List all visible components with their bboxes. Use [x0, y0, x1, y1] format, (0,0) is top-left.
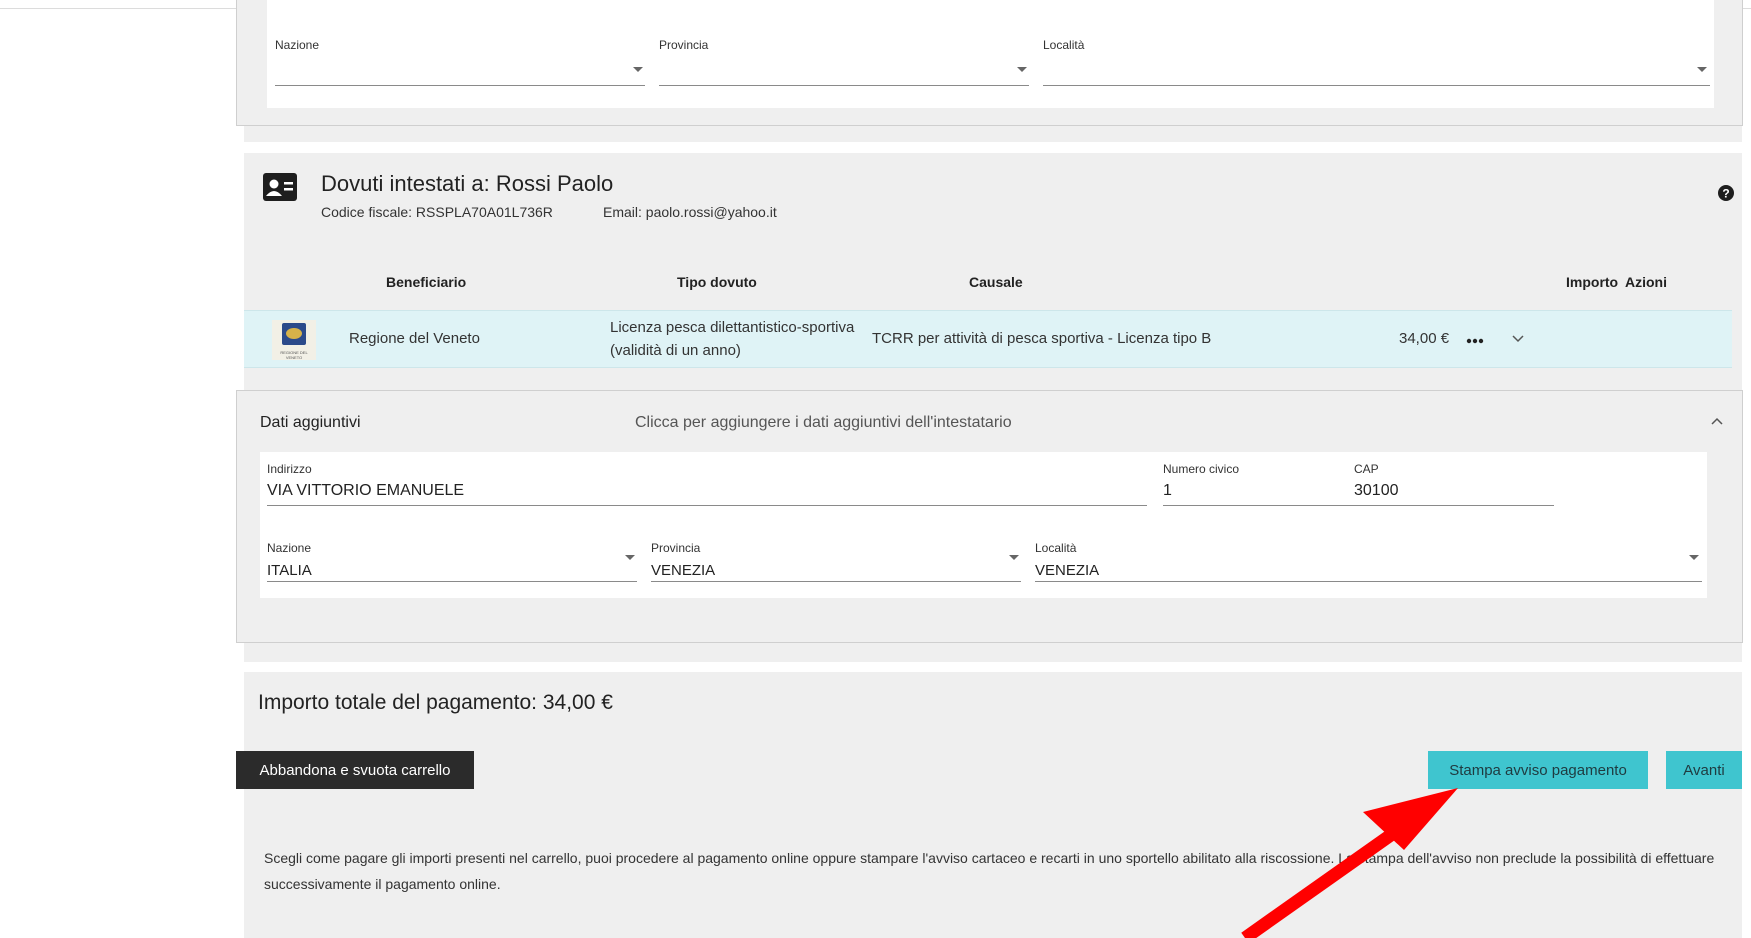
- top-address-form: Nazione Provincia Località: [267, 0, 1714, 108]
- localita-underline-2: [1035, 581, 1702, 582]
- civico-underline: [1163, 505, 1360, 506]
- row-tipo-line1: Licenza pesca dilettantistico-sportiva: [610, 319, 855, 336]
- intestatario-title: Dovuti intestati a: Rossi Paolo: [321, 171, 614, 196]
- provincia-select[interactable]: [659, 85, 1029, 86]
- cap-input[interactable]: 30100: [1354, 482, 1399, 500]
- nazione-select[interactable]: [275, 85, 645, 86]
- civico-input[interactable]: 1: [1163, 482, 1172, 500]
- nazione-select-2[interactable]: ITALIA: [267, 562, 312, 579]
- provincia-dropdown-caret[interactable]: [1017, 67, 1027, 72]
- cap-label: CAP: [1354, 462, 1379, 476]
- chevron-up-icon[interactable]: [1711, 417, 1723, 425]
- dati-aggiuntivi-box: Dati aggiuntivi Clicca per aggiungere i …: [236, 390, 1743, 643]
- indirizzo-label: Indirizzo: [267, 462, 312, 476]
- indirizzo-underline: [267, 505, 1147, 506]
- question-circle-icon[interactable]: ?: [1718, 185, 1734, 201]
- avanti-button[interactable]: Avanti: [1666, 751, 1742, 789]
- dati-aggiuntivi-title[interactable]: Dati aggiuntivi: [260, 414, 361, 432]
- provincia-caret-2[interactable]: [1009, 555, 1019, 560]
- localita-dropdown-caret[interactable]: [1697, 67, 1707, 72]
- intestatario-panel: Dovuti intestati a: Rossi Paolo Codice f…: [236, 153, 1743, 662]
- top-address-box: Nazione Provincia Località: [236, 0, 1743, 126]
- contact-card-icon: [263, 173, 297, 201]
- col-azioni: Azioni: [1625, 274, 1667, 290]
- row-tipo-line2: (validità di un anno): [610, 342, 741, 359]
- logo-text: REGIONE DEL VENETO: [280, 350, 308, 360]
- email: Email: paolo.rossi@yahoo.it: [603, 204, 777, 220]
- localita-label: Località: [1043, 38, 1085, 52]
- regione-veneto-logo: REGIONE DEL VENETO: [272, 320, 316, 360]
- col-importo: Importo: [1566, 274, 1619, 290]
- col-beneficiario: Beneficiario: [386, 274, 467, 290]
- nazione-label: Nazione: [275, 38, 320, 52]
- provincia-select-2[interactable]: VENEZIA: [651, 562, 715, 579]
- more-horizontal-icon[interactable]: [1466, 338, 1484, 344]
- nazione-caret-2[interactable]: [625, 555, 635, 560]
- totale-importo: Importo totale del pagamento: 34,00 €: [258, 691, 613, 714]
- cap-underline: [1354, 505, 1554, 506]
- nazione-underline-2: [267, 581, 637, 582]
- localita-select[interactable]: [1043, 85, 1710, 86]
- stampa-avviso-button[interactable]: Stampa avviso pagamento: [1428, 751, 1648, 789]
- col-tipo-dovuto: Tipo dovuto: [677, 274, 757, 290]
- abbandona-button[interactable]: Abbandona e svuota carrello: [236, 751, 474, 789]
- payment-note: Scegli come pagare gli importi presenti …: [264, 850, 1715, 892]
- row-causale: TCRR per attività di pesca sportiva - Li…: [872, 330, 1212, 347]
- svg-text:?: ?: [1722, 187, 1729, 201]
- top-address-panel: Nazione Provincia Località: [236, 0, 1743, 142]
- chevron-down-icon[interactable]: [1512, 335, 1524, 343]
- row-importo: 34,00 €: [1399, 330, 1450, 347]
- indirizzo-input[interactable]: VIA VITTORIO EMANUELE: [267, 482, 464, 500]
- provincia-label-2: Provincia: [651, 541, 701, 555]
- localita-select-2[interactable]: VENEZIA: [1035, 562, 1099, 579]
- codice-fiscale: Codice fiscale: RSSPLA70A01L736R: [321, 204, 553, 220]
- dati-aggiuntivi-form: Indirizzo VIA VITTORIO EMANUELE Numero c…: [260, 452, 1707, 598]
- nazione-dropdown-caret[interactable]: [633, 67, 643, 72]
- row-beneficiario: Regione del Veneto: [349, 330, 480, 347]
- localita-caret-2[interactable]: [1689, 555, 1699, 560]
- provincia-underline-2: [651, 581, 1021, 582]
- civico-label: Numero civico: [1163, 462, 1240, 476]
- provincia-label: Provincia: [659, 38, 709, 52]
- nazione-label-2: Nazione: [267, 541, 312, 555]
- totale-panel: Importo totale del pagamento: 34,00 € Ab…: [236, 672, 1742, 938]
- dati-aggiuntivi-hint[interactable]: Clicca per aggiungere i dati aggiuntivi …: [635, 414, 1012, 432]
- table-row[interactable]: REGIONE DEL VENETO Regione del Veneto Li…: [244, 310, 1732, 368]
- col-causale: Causale: [969, 274, 1023, 290]
- localita-label-2: Località: [1035, 541, 1077, 555]
